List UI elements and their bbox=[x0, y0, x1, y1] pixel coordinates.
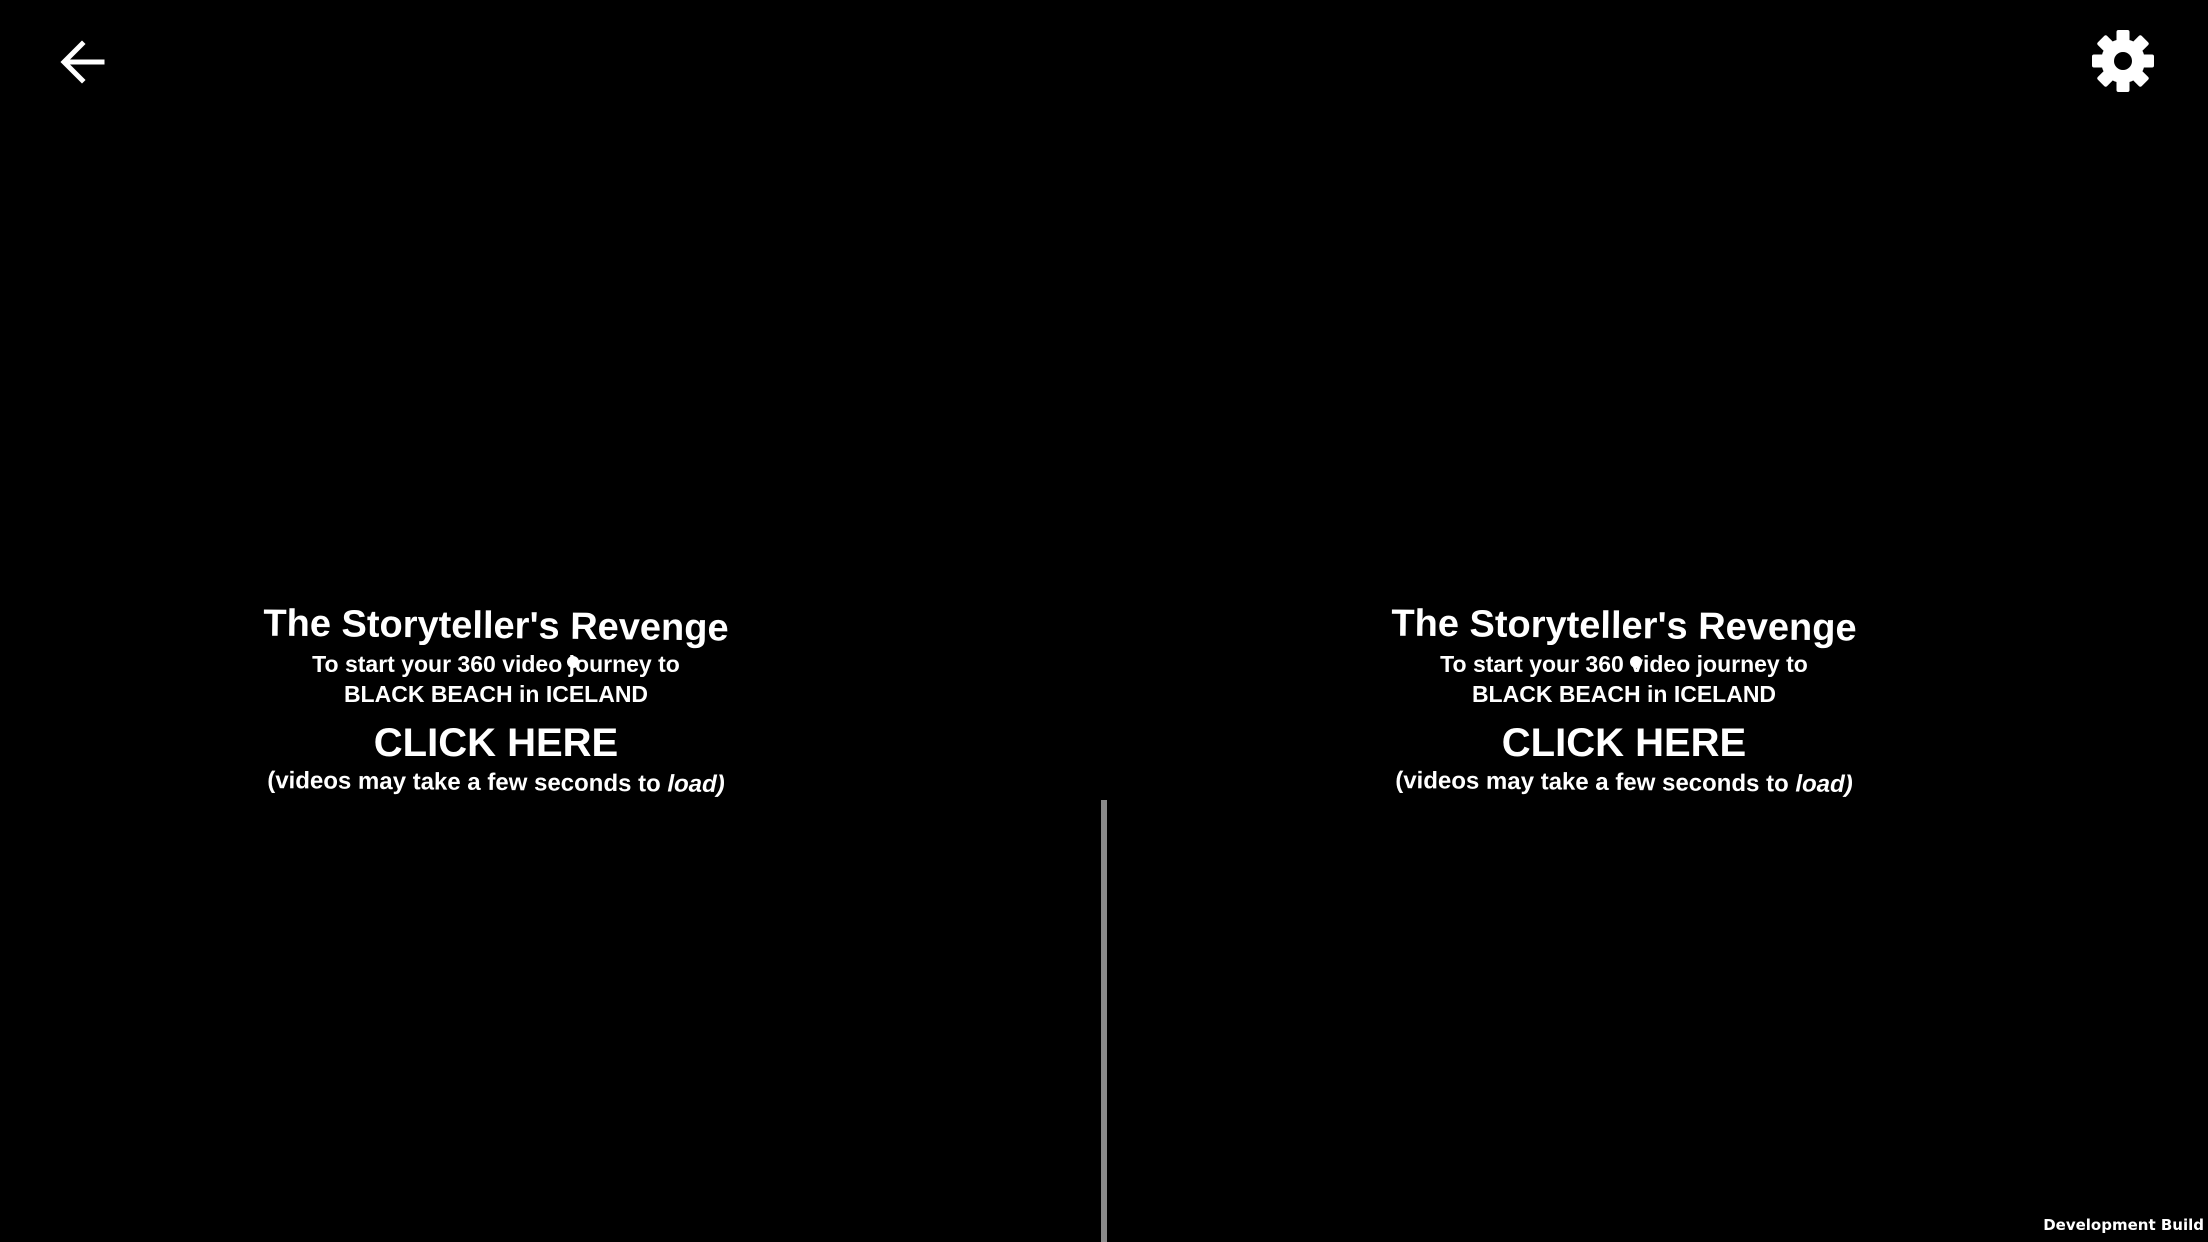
right-eye-view: The Storyteller's Revenge To start your … bbox=[1108, 0, 2208, 1242]
panel-subtitle-line-1: To start your 360 video journey to bbox=[1440, 651, 1808, 677]
panel-subtitle-line-1: To start your 360 video journey to bbox=[312, 651, 680, 677]
click-here-button[interactable]: CLICK HERE bbox=[236, 720, 756, 766]
panel-title: The Storyteller's Revenge bbox=[263, 602, 729, 650]
left-eye-view: The Storyteller's Revenge To start your … bbox=[0, 0, 1100, 1242]
loading-note-italic: load) bbox=[1795, 770, 1853, 798]
start-video-panel-left[interactable]: The Storyteller's Revenge To start your … bbox=[236, 602, 756, 801]
gaze-reticle bbox=[1630, 656, 1642, 668]
panel-subtitle-line-2: BLACK BEACH in ICELAND bbox=[343, 681, 649, 707]
loading-note-italic: load) bbox=[667, 770, 725, 798]
panel-title: The Storyteller's Revenge bbox=[1391, 602, 1857, 650]
loading-note-text: (videos may take a few seconds to bbox=[267, 767, 668, 798]
loading-note-text: (videos may take a few seconds to bbox=[1395, 767, 1796, 798]
loading-note: (videos may take a few seconds to load) bbox=[236, 766, 756, 801]
development-build-label: Development Build bbox=[2043, 1216, 2204, 1234]
click-here-button[interactable]: CLICK HERE bbox=[1364, 720, 1884, 766]
eye-divider bbox=[1101, 800, 1107, 1242]
panel-subtitle-line-2: BLACK BEACH in ICELAND bbox=[1471, 681, 1777, 707]
loading-note: (videos may take a few seconds to load) bbox=[1364, 766, 1884, 801]
start-video-panel-right[interactable]: The Storyteller's Revenge To start your … bbox=[1364, 602, 1884, 801]
gaze-reticle bbox=[567, 656, 579, 668]
